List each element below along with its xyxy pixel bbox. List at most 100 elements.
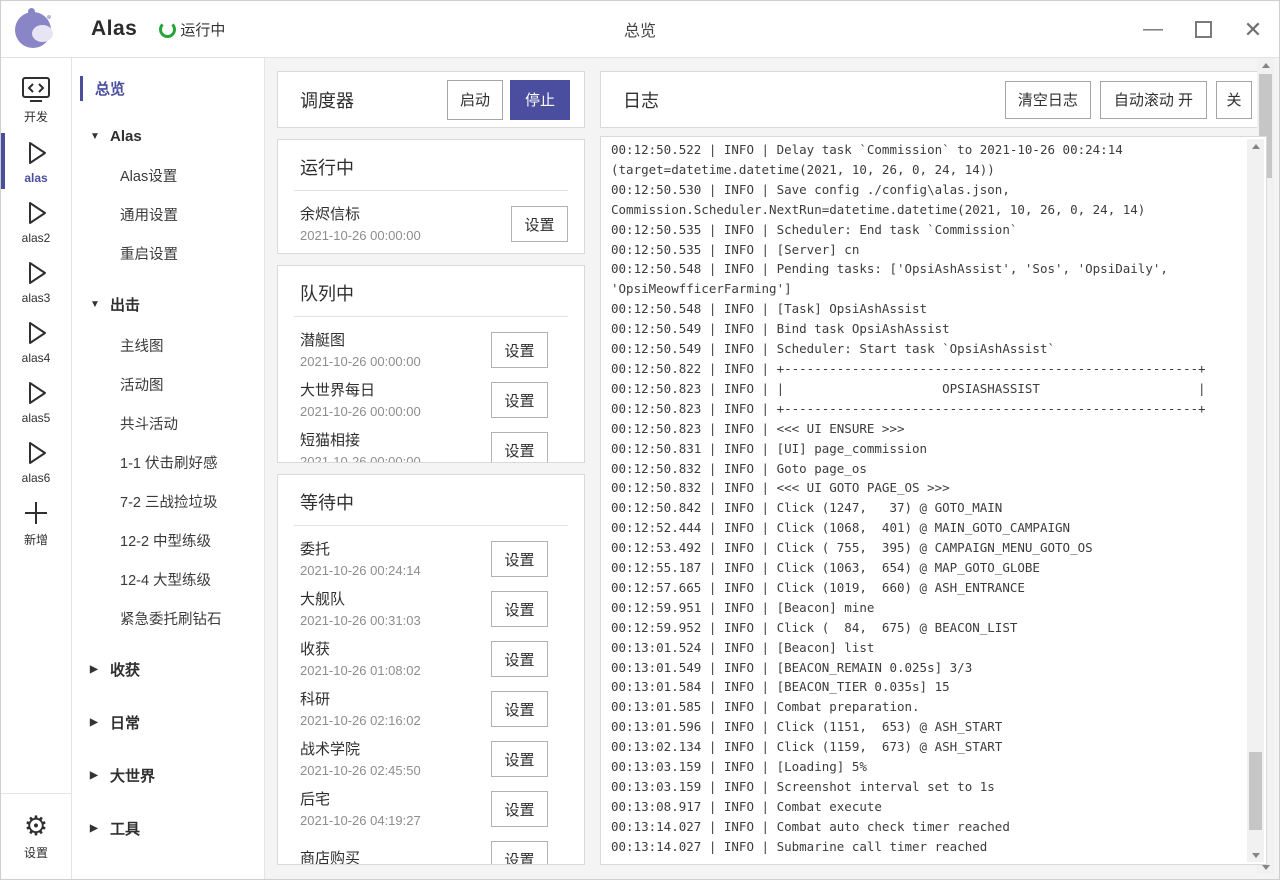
sidebar-item-label: 开发 [24,108,48,125]
log-scrollbar[interactable] [1247,139,1264,862]
task-name: 大舰队 [300,589,491,611]
sidebar-item-label: alas3 [22,291,51,305]
task-settings-button[interactable]: 设置 [491,332,548,368]
group-expand-icon: ▶ [90,823,102,834]
sidebar-item-instance[interactable]: alas6 [1,431,71,491]
sidebar-item-dev[interactable]: 开发 [1,68,71,131]
menu-item[interactable]: Alas设置 [72,156,264,195]
menu-group-header[interactable]: ▶ 收获 [72,648,264,691]
menu-group: ▼ Alas Alas设置 通用设置 重启设置 [72,117,264,273]
menu-item[interactable]: 通用设置 [72,195,264,234]
clear-log-button[interactable]: 清空日志 [1005,81,1091,119]
main-content: 调度器 启动 停止 运行中 余烬信标 2021-10-26 00:00:0 [265,58,1279,879]
menu-item-overview[interactable]: 总览 [72,70,264,107]
group-expand-icon: ▶ [90,717,102,728]
sidebar-item-label: alas [24,171,47,185]
task-info: 大舰队 2021-10-26 00:31:03 [300,589,491,630]
close-button[interactable]: ✕ [1241,18,1265,42]
titlebar: Alas 运行中 总览 — ✕ [1,1,1279,58]
task-row: 科研 2021-10-26 02:16:02 设置 [300,684,584,734]
instance-rail: 开发 alas [1,58,72,879]
sidebar-item-instance[interactable]: alas5 [1,371,71,431]
task-time: 2021-10-26 00:31:03 [300,611,491,630]
sidebar-item-label: alas4 [22,351,51,365]
task-row: 余烬信标 2021-10-26 00:00:00 设置 [300,199,584,249]
scroll-down-icon[interactable] [1247,848,1264,862]
page-title: 总览 [624,17,656,41]
menu-item[interactable]: 1-1 伏击刷好感 [72,443,264,482]
task-row: 收获 2021-10-26 01:08:02 设置 [300,634,584,684]
settings-button[interactable]: ⚙ 设置 [1,804,71,867]
scheduler-start-button[interactable]: 启动 [447,80,503,120]
menu-item[interactable]: 共斗活动 [72,404,264,443]
autoscroll-off-button[interactable]: 关 [1216,81,1252,119]
menu-group-header[interactable]: ▼ 出击 [72,283,264,326]
log-column: 日志 清空日志 自动滚动 开 关 00:12:50.522 | INFO | D… [600,71,1267,865]
scroll-up-icon[interactable] [1247,139,1264,153]
sidebar-item-instance[interactable]: alas4 [1,311,71,371]
task-settings-button[interactable]: 设置 [491,432,548,462]
app-window: Alas 运行中 总览 — ✕ 开发 [0,0,1280,880]
task-row: 后宅 2021-10-26 04:19:27 设置 [300,784,584,834]
menu-group-header[interactable]: ▼ Alas [72,117,264,156]
task-name: 收获 [300,639,491,661]
scheduler-panel: 调度器 启动 停止 [277,71,585,128]
menu-item[interactable]: 7-2 三战捡垃圾 [72,482,264,521]
task-row: 大舰队 2021-10-26 00:31:03 设置 [300,584,584,634]
task-info: 战术学院 2021-10-26 02:45:50 [300,739,491,780]
plus-icon [22,498,50,528]
group-expand-icon: ▶ [90,770,102,781]
minimize-button[interactable]: — [1141,18,1165,42]
play-icon [21,198,51,228]
autoscroll-on-button[interactable]: 自动滚动 开 [1100,81,1207,119]
task-settings-button[interactable]: 设置 [491,791,548,827]
scheduler-column: 调度器 启动 停止 运行中 余烬信标 2021-10-26 00:00:0 [277,71,585,865]
scheduler-stop-button[interactable]: 停止 [510,80,570,120]
task-settings-button[interactable]: 设置 [491,741,548,777]
running-task-list: 余烬信标 2021-10-26 00:00:00 设置 [278,191,584,253]
running-status-label: 运行中 [180,19,225,40]
menu-item[interactable]: 12-2 中型练级 [72,521,264,560]
task-info: 潜艇图 2021-10-26 00:00:00 [300,330,491,371]
rail-bottom: ⚙ 设置 [1,793,71,879]
task-settings-button[interactable]: 设置 [491,691,548,727]
task-info: 大世界每日 2021-10-26 00:00:00 [300,380,491,421]
menu-item[interactable]: 12-4 大型练级 [72,560,264,599]
task-row: 委托 2021-10-26 00:24:14 设置 [300,534,584,584]
running-title: 运行中 [278,140,584,190]
sidebar-item-instance[interactable]: alas2 [1,191,71,251]
task-settings-button[interactable]: 设置 [491,591,548,627]
task-settings-button[interactable]: 设置 [491,541,548,577]
task-settings-button[interactable]: 设置 [491,841,548,864]
sidebar-item-instance[interactable]: alas [1,131,71,191]
menu-group-label: 日常 [110,712,140,733]
menu-group: ▶ 大世界 [72,754,264,797]
scheduler-title: 调度器 [300,87,447,113]
scrollbar-thumb[interactable] [1249,752,1262,830]
task-settings-button[interactable]: 设置 [491,382,548,418]
play-icon [21,318,51,348]
maximize-button[interactable] [1191,18,1215,42]
menu-item[interactable]: 活动图 [72,365,264,404]
task-name: 商店购买 [300,848,491,864]
menu-group-header[interactable]: ▶ 工具 [72,807,264,850]
menu-item[interactable]: 紧急委托刷钻石 [72,599,264,638]
task-settings-button[interactable]: 设置 [491,641,548,677]
menu-item[interactable]: 重启设置 [72,234,264,273]
window-controls: — ✕ [1141,1,1265,58]
task-row: 大世界每日 2021-10-26 00:00:00 设置 [300,375,584,425]
sidebar-item-instance[interactable]: alas3 [1,251,71,311]
task-name: 短猫相接 [300,430,491,452]
menu-group-header[interactable]: ▶ 大世界 [72,754,264,797]
task-name: 科研 [300,689,491,711]
task-time: 2021-10-26 00:00:00 [300,402,491,421]
task-time: 2021-10-26 02:45:50 [300,761,491,780]
sidebar-item-label: 新增 [24,531,48,548]
task-name: 后宅 [300,789,491,811]
waiting-title: 等待中 [278,475,584,525]
add-instance-button[interactable]: 新增 [1,491,71,554]
menu-group-header[interactable]: ▶ 日常 [72,701,264,744]
menu-item[interactable]: 主线图 [72,326,264,365]
task-info: 商店购买 [300,848,491,864]
task-settings-button[interactable]: 设置 [511,206,568,242]
